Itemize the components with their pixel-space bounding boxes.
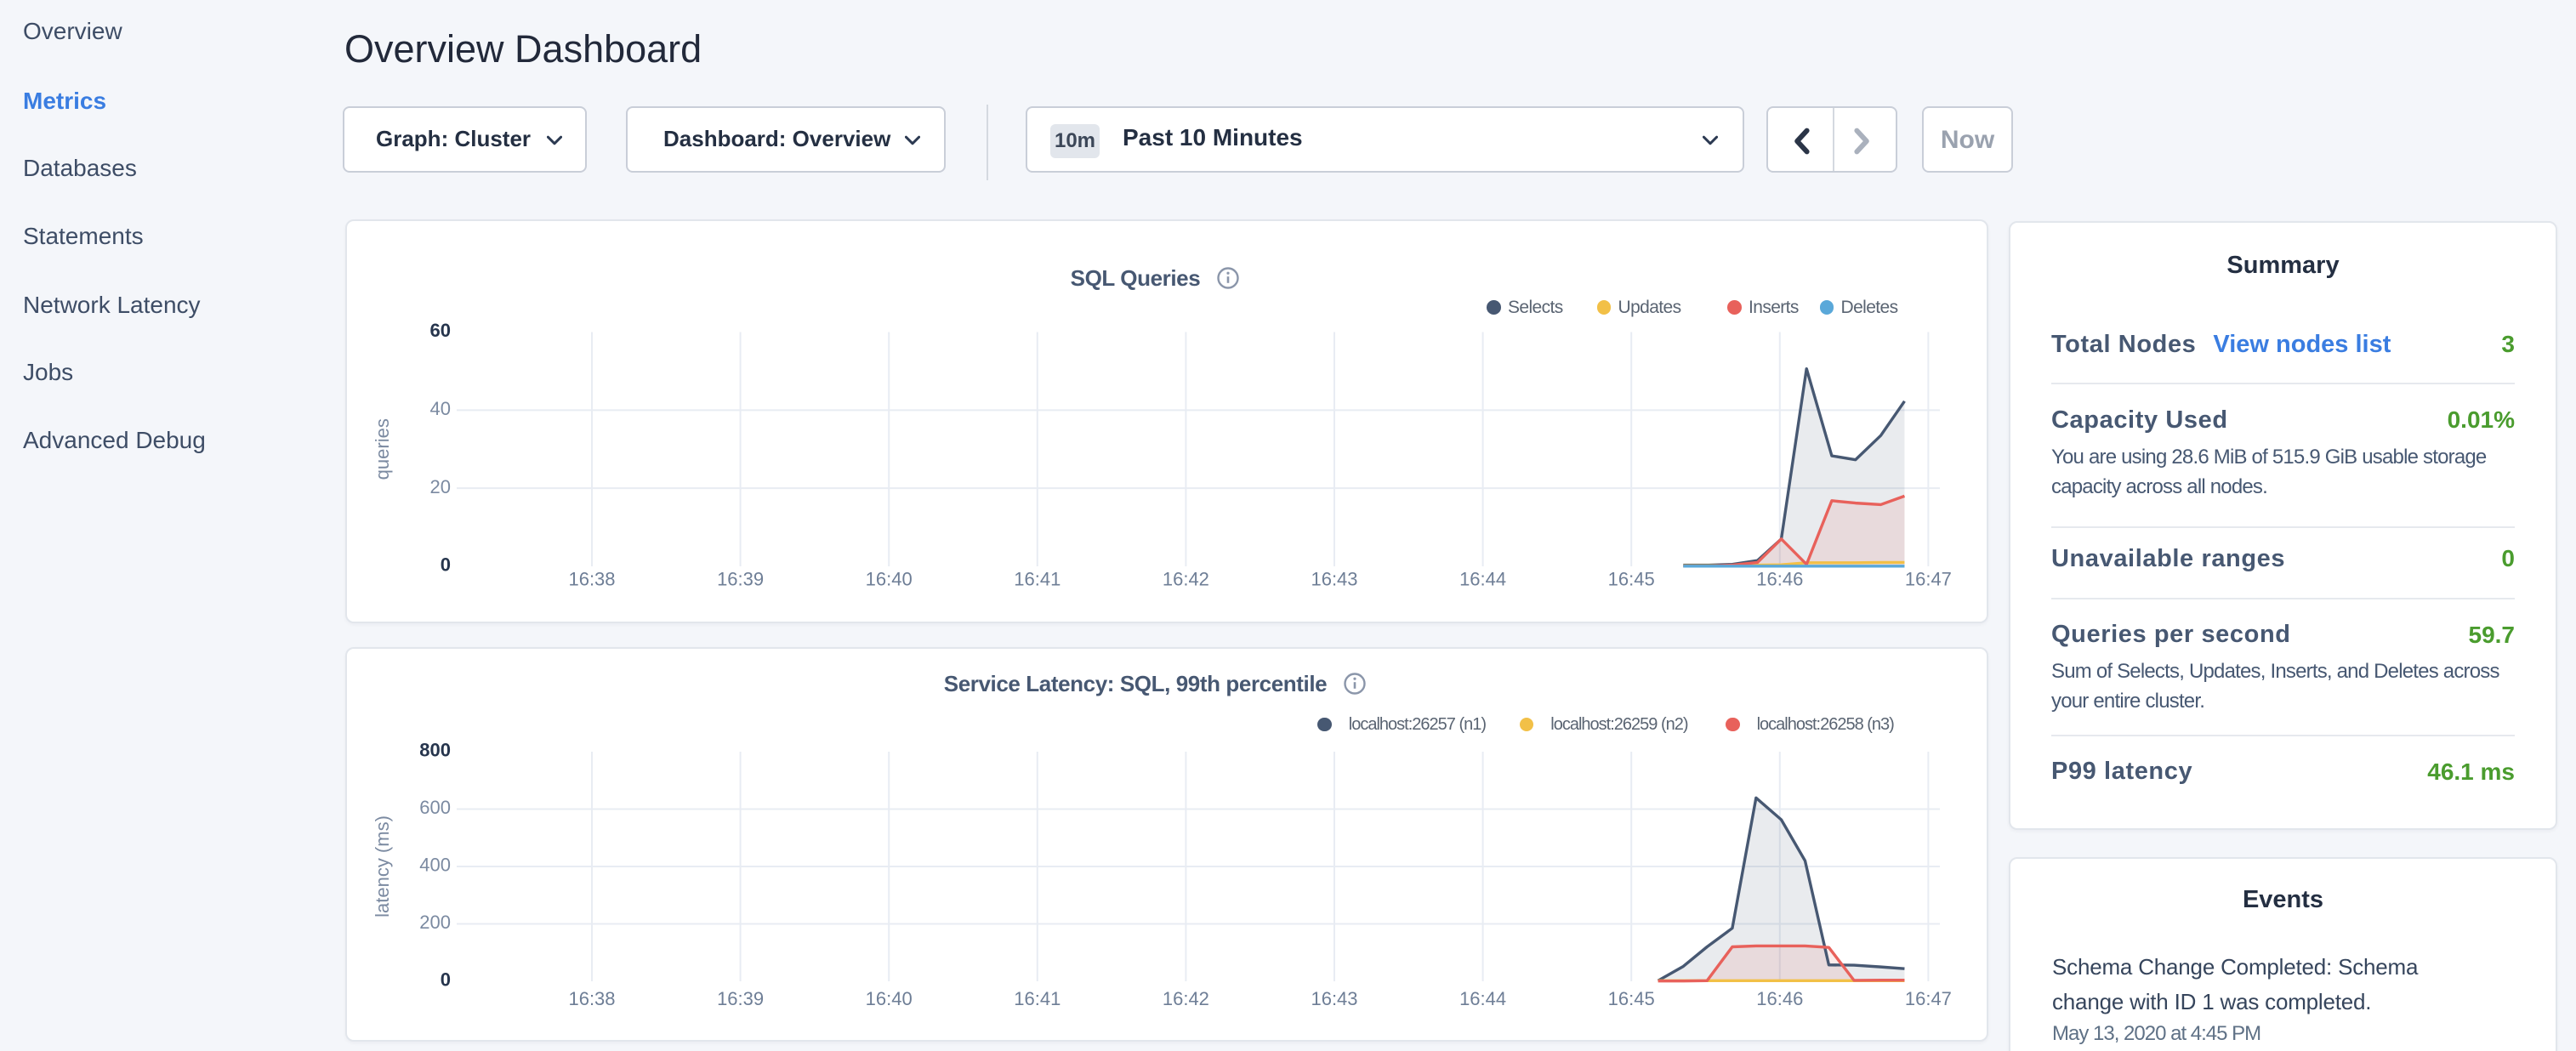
svg-text:16:45: 16:45 bbox=[1608, 569, 1655, 590]
svg-text:16:43: 16:43 bbox=[1311, 988, 1357, 1009]
svg-text:16:42: 16:42 bbox=[1163, 569, 1209, 590]
svg-text:16:44: 16:44 bbox=[1459, 988, 1506, 1009]
svg-text:200: 200 bbox=[419, 912, 451, 933]
svg-text:16:44: 16:44 bbox=[1459, 569, 1506, 590]
svg-text:60: 60 bbox=[430, 320, 451, 341]
svg-text:0: 0 bbox=[441, 969, 451, 991]
svg-text:16:41: 16:41 bbox=[1014, 988, 1061, 1009]
svg-text:16:43: 16:43 bbox=[1311, 569, 1357, 590]
svg-text:16:46: 16:46 bbox=[1756, 569, 1803, 590]
svg-text:queries: queries bbox=[372, 418, 393, 480]
svg-text:400: 400 bbox=[419, 855, 451, 876]
svg-text:16:38: 16:38 bbox=[568, 988, 615, 1009]
svg-text:16:47: 16:47 bbox=[1905, 988, 1952, 1009]
svg-text:16:41: 16:41 bbox=[1014, 569, 1061, 590]
svg-text:16:40: 16:40 bbox=[866, 569, 913, 590]
svg-text:0: 0 bbox=[441, 554, 451, 576]
svg-text:16:38: 16:38 bbox=[568, 569, 615, 590]
svg-text:16:39: 16:39 bbox=[717, 988, 764, 1009]
svg-text:16:47: 16:47 bbox=[1905, 569, 1952, 590]
svg-text:800: 800 bbox=[419, 740, 451, 761]
svg-text:16:39: 16:39 bbox=[717, 569, 764, 590]
svg-text:16:40: 16:40 bbox=[866, 988, 913, 1009]
svg-text:16:45: 16:45 bbox=[1608, 988, 1655, 1009]
svg-text:600: 600 bbox=[419, 797, 451, 818]
svg-text:20: 20 bbox=[430, 476, 451, 497]
svg-text:latency (ms): latency (ms) bbox=[372, 815, 393, 917]
svg-text:16:46: 16:46 bbox=[1756, 988, 1803, 1009]
svg-text:40: 40 bbox=[430, 398, 451, 419]
svg-text:16:42: 16:42 bbox=[1163, 988, 1209, 1009]
